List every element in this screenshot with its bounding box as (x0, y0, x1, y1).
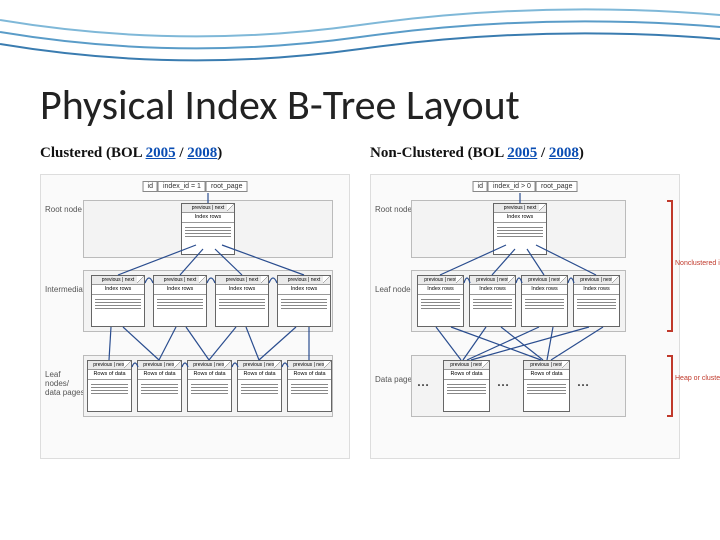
nonclustered-diagram: id index_id > 0 root_page Root node prev… (370, 174, 680, 459)
page-label: Index rows (92, 285, 144, 294)
mid-page: previous | nextIndex rows (91, 275, 145, 327)
clustered-link-2005[interactable]: 2005 (146, 145, 176, 161)
nonclustered-sep: / (537, 145, 549, 161)
page-label: Rows of data (88, 370, 131, 379)
nonclustered-suffix: ) (579, 145, 584, 161)
leaf-page: previous | nextIndex rows (521, 275, 568, 327)
leaf-page: previous | nextRows of data (287, 360, 332, 412)
page-label: Rows of data (238, 370, 281, 379)
clustered-sep: / (176, 145, 188, 161)
clustered-suffix: ) (217, 145, 222, 161)
bracket-nonclustered: Nonclustered index (667, 200, 673, 332)
root-id-labels: id index_id = 1 root_page (143, 181, 248, 192)
ellipsis-icon: … (577, 375, 592, 390)
nonclustered-link-2008[interactable]: 2008 (549, 145, 579, 161)
mid-page: previous | nextIndex rows (277, 275, 331, 327)
level-label-root: Root node (375, 205, 412, 214)
page-label: Index rows (470, 285, 515, 294)
leaf-page: previous | nextRows of data (237, 360, 282, 412)
bracket-heap: Heap or clustered index (667, 355, 673, 417)
clustered-diagram: id index_id = 1 root_page Root node prev… (40, 174, 350, 459)
page-label: Index rows (182, 213, 234, 222)
diagram-columns: Clustered (BOL 2005 / 2008) id index_id … (0, 145, 720, 459)
clustered-column: Clustered (BOL 2005 / 2008) id index_id … (40, 145, 350, 459)
ellipsis-icon: … (497, 375, 512, 390)
root-label-indexid: index_id = 1 (158, 181, 206, 192)
level-label-data: Data pages (375, 375, 416, 384)
page-label: Index rows (278, 285, 330, 294)
root-label-id: id (473, 181, 488, 192)
page-label: Index rows (522, 285, 567, 294)
mid-page: previous | nextIndex rows (153, 275, 207, 327)
page-label: Rows of data (188, 370, 231, 379)
clustered-prefix: Clustered (BOL (40, 145, 146, 161)
leaf-page: previous | nextRows of data (87, 360, 132, 412)
page-label: Index rows (574, 285, 619, 294)
leaf-page: previous | nextRows of data (137, 360, 182, 412)
page-label: Rows of data (288, 370, 331, 379)
page-label: Rows of data (524, 370, 569, 379)
bracket-label-bottom: Heap or clustered index (675, 375, 720, 382)
level-label-leaf: Leaf nodes (375, 285, 415, 294)
page-label: Rows of data (138, 370, 181, 379)
page-label: Index rows (418, 285, 463, 294)
level-label-leaf: Leaf nodes/ data pages (45, 370, 85, 397)
clustered-header: Clustered (BOL 2005 / 2008) (40, 145, 350, 162)
slide-title: Physical Index B-Tree Layout (0, 0, 720, 145)
data-page: previous | nextRows of data (443, 360, 490, 412)
page-label: Index rows (494, 213, 546, 222)
root-label-indexid: index_id > 0 (488, 181, 536, 192)
leaf-page: previous | nextIndex rows (573, 275, 620, 327)
page-label: Index rows (216, 285, 268, 294)
ellipsis-icon: … (417, 375, 432, 390)
nonclustered-header: Non-Clustered (BOL 2005 / 2008) (370, 145, 680, 162)
page-label: Rows of data (444, 370, 489, 379)
root-label-rootpage: root_page (206, 181, 248, 192)
bracket-label-top: Nonclustered index (675, 260, 720, 267)
root-label-id: id (143, 181, 158, 192)
clustered-link-2008[interactable]: 2008 (187, 145, 217, 161)
level-label-root: Root node (45, 205, 82, 214)
root-id-labels: id index_id > 0 root_page (473, 181, 578, 192)
nonclustered-prefix: Non-Clustered (BOL (370, 145, 507, 161)
data-page: previous | nextRows of data (523, 360, 570, 412)
root-label-rootpage: root_page (536, 181, 578, 192)
leaf-page: previous | nextRows of data (187, 360, 232, 412)
nonclustered-link-2005[interactable]: 2005 (507, 145, 537, 161)
root-page: previous | next Index rows (181, 203, 235, 255)
mid-page: previous | nextIndex rows (215, 275, 269, 327)
page-label: Index rows (154, 285, 206, 294)
leaf-page: previous | nextIndex rows (469, 275, 516, 327)
leaf-page: previous | nextIndex rows (417, 275, 464, 327)
root-page: previous | next Index rows (493, 203, 547, 255)
nonclustered-column: Non-Clustered (BOL 2005 / 2008) id index… (370, 145, 680, 459)
